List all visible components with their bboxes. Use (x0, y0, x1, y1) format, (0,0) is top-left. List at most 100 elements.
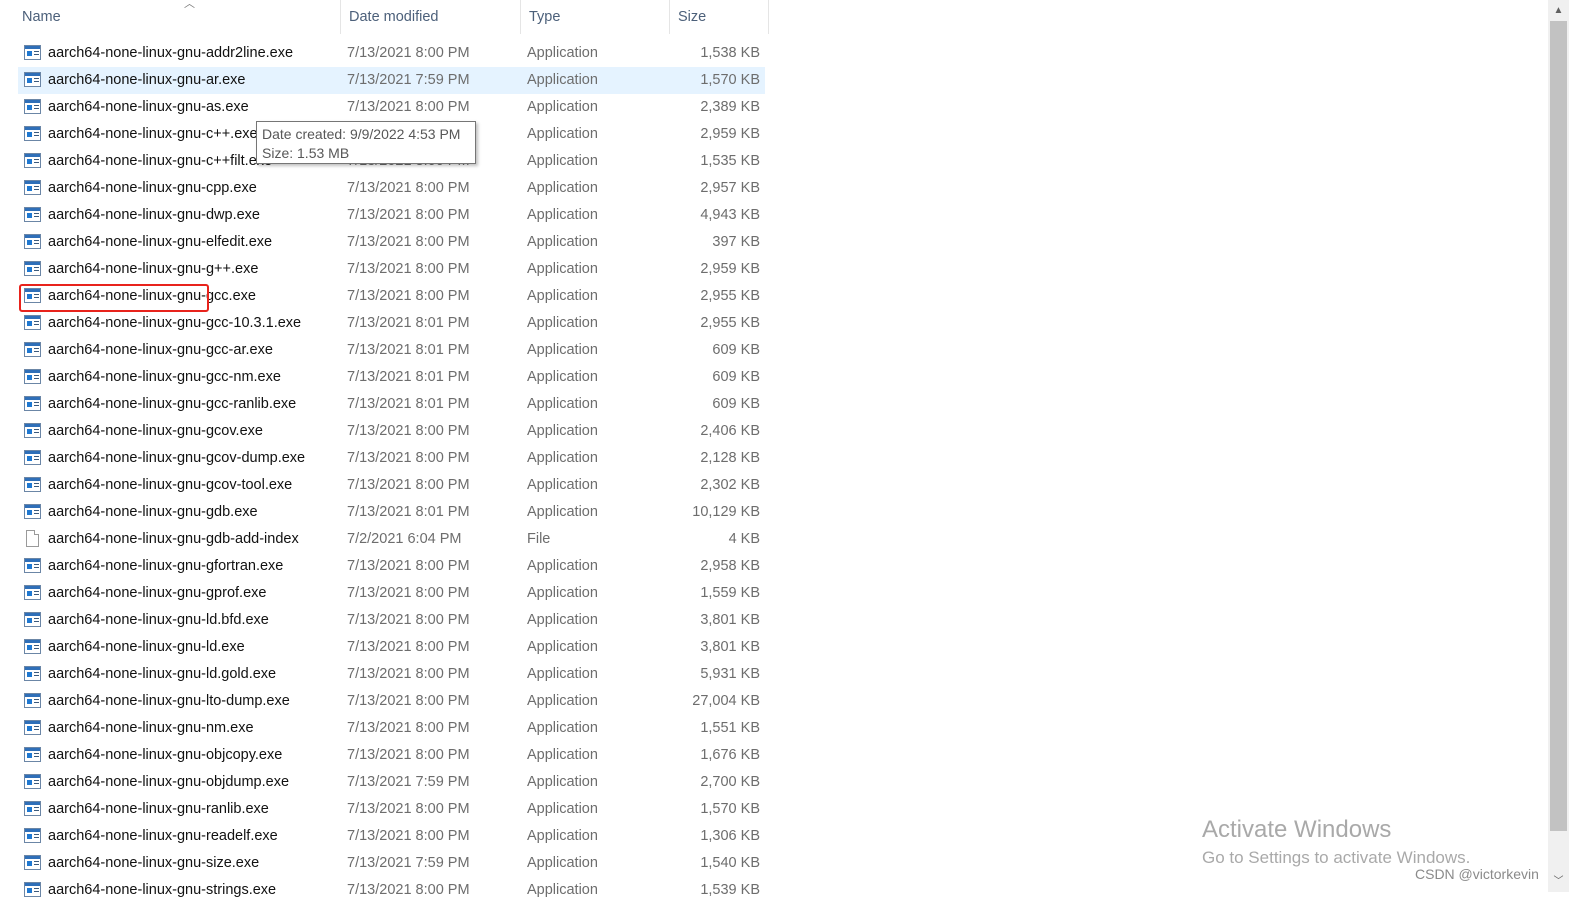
column-header-type[interactable]: Type (520, 0, 668, 34)
file-row[interactable]: aarch64-none-linux-gnu-ld.exe 7/13/2021 8… (0, 634, 770, 661)
application-icon (24, 855, 41, 870)
file-size: 4,943 KB (700, 207, 760, 223)
file-date-modified: 7/13/2021 8:01 PM (347, 342, 470, 358)
file-date-modified: 7/13/2021 8:00 PM (347, 261, 470, 277)
file-size: 609 KB (712, 396, 760, 412)
file-size: 27,004 KB (692, 693, 760, 709)
file-name: aarch64-none-linux-gnu-gprof.exe (48, 585, 267, 601)
file-size: 609 KB (712, 369, 760, 385)
file-name: aarch64-none-linux-gnu-nm.exe (48, 720, 254, 736)
file-row[interactable]: aarch64-none-linux-gnu-gprof.exe 7/13/202… (0, 580, 770, 607)
application-icon (24, 396, 41, 411)
file-size: 609 KB (712, 342, 760, 358)
file-name: aarch64-none-linux-gnu-cpp.exe (48, 180, 257, 196)
application-icon (24, 747, 41, 762)
file-row[interactable]: aarch64-none-linux-gnu-objdump.exe 7/13/2… (0, 769, 770, 796)
application-icon (24, 99, 41, 114)
file-row[interactable]: aarch64-none-linux-gnu-ranlib.exe 7/13/20… (0, 796, 770, 823)
file-type: Application (527, 450, 598, 466)
application-icon (24, 639, 41, 654)
file-row[interactable]: aarch64-none-linux-gnu-ar.exe 7/13/2021 7… (0, 67, 770, 94)
file-row[interactable]: aarch64-none-linux-gnu-gcov-dump.exe 7/13… (0, 445, 770, 472)
file-row[interactable]: aarch64-none-linux-gnu-ld.bfd.exe 7/13/20… (0, 607, 770, 634)
file-row[interactable]: aarch64-none-linux-gnu-objcopy.exe 7/13/2… (0, 742, 770, 769)
file-row[interactable]: aarch64-none-linux-gnu-gcov-tool.exe 7/13… (0, 472, 770, 499)
file-size: 2,959 KB (700, 261, 760, 277)
file-size: 397 KB (712, 234, 760, 250)
file-date-modified: 7/13/2021 8:01 PM (347, 315, 470, 331)
file-name: aarch64-none-linux-gnu-ld.bfd.exe (48, 612, 269, 628)
file-row[interactable]: aarch64-none-linux-gnu-cpp.exe 7/13/2021 … (0, 175, 770, 202)
column-header-date-modified[interactable]: Date modified (340, 0, 519, 34)
file-row[interactable]: aarch64-none-linux-gnu-addr2line.exe 7/13… (0, 40, 770, 67)
file-row[interactable]: aarch64-none-linux-gnu-lto-dump.exe 7/13/… (0, 688, 770, 715)
file-row[interactable]: aarch64-none-linux-gnu-size.exe 7/13/2021… (0, 850, 770, 877)
file-date-modified: 7/13/2021 8:00 PM (347, 558, 470, 574)
file-date-modified: 7/13/2021 8:00 PM (347, 720, 470, 736)
application-icon (24, 504, 41, 519)
file-row[interactable]: aarch64-none-linux-gnu-gfortran.exe 7/13/… (0, 553, 770, 580)
file-date-modified: 7/13/2021 8:00 PM (347, 45, 470, 61)
file-row[interactable]: aarch64-none-linux-gnu-nm.exe 7/13/2021 8… (0, 715, 770, 742)
file-date-modified: 7/13/2021 8:00 PM (347, 828, 470, 844)
file-date-modified: 7/13/2021 8:00 PM (347, 747, 470, 763)
file-size: 10,129 KB (692, 504, 760, 520)
file-date-modified: 7/13/2021 8:01 PM (347, 396, 470, 412)
file-row[interactable]: aarch64-none-linux-gnu-gcc-ar.exe 7/13/20… (0, 337, 770, 364)
file-size: 2,406 KB (700, 423, 760, 439)
file-size: 3,801 KB (700, 612, 760, 628)
application-icon (24, 882, 41, 897)
file-name: aarch64-none-linux-gnu-objdump.exe (48, 774, 290, 790)
vertical-scrollbar[interactable]: ▲ ﹀ (1548, 0, 1569, 892)
file-row[interactable]: aarch64-none-linux-gnu-g++.exe 7/13/2021 … (0, 256, 770, 283)
file-row[interactable]: aarch64-none-linux-gnu-gcov.exe 7/13/2021… (0, 418, 770, 445)
file-type: Application (527, 72, 598, 88)
file-row[interactable]: aarch64-none-linux-gnu-gcc-nm.exe 7/13/20… (0, 364, 770, 391)
scroll-down-arrow-icon[interactable]: ﹀ (1548, 871, 1569, 892)
column-header-name[interactable]: ︿ Name (14, 0, 339, 34)
file-row[interactable]: aarch64-none-linux-gnu-readelf.exe 7/13/2… (0, 823, 770, 850)
file-name: aarch64-none-linux-gnu-gdb-add-index (48, 531, 299, 547)
file-row[interactable]: aarch64-none-linux-gnu-ld.gold.exe 7/13/2… (0, 661, 770, 688)
file-type: Application (527, 261, 598, 277)
file-row[interactable]: aarch64-none-linux-gnu-gdb-add-index 7/2/… (0, 526, 770, 553)
file-type: Application (527, 612, 598, 628)
file-date-modified: 7/13/2021 8:00 PM (347, 207, 470, 223)
file-name: aarch64-none-linux-gnu-ld.exe (48, 639, 245, 655)
file-date-modified: 7/13/2021 8:01 PM (347, 369, 470, 385)
file-type: Application (527, 828, 598, 844)
file-row[interactable]: aarch64-none-linux-gnu-dwp.exe 7/13/2021 … (0, 202, 770, 229)
file-date-modified: 7/13/2021 8:00 PM (347, 423, 470, 439)
application-icon (24, 477, 41, 492)
file-row[interactable]: aarch64-none-linux-gnu-elfedit.exe 7/13/2… (0, 229, 770, 256)
file-size: 1,539 KB (700, 882, 760, 898)
file-size: 2,302 KB (700, 477, 760, 493)
column-header-name-label: Name (22, 9, 61, 25)
file-row[interactable]: aarch64-none-linux-gnu-strings.exe 7/13/2… (0, 877, 770, 904)
file-type: Application (527, 99, 598, 115)
file-name: aarch64-none-linux-gnu-gcov.exe (48, 423, 263, 439)
file-row[interactable]: aarch64-none-linux-gnu-gcc-ranlib.exe 7/1… (0, 391, 770, 418)
file-date-modified: 7/13/2021 8:00 PM (347, 234, 470, 250)
file-date-modified: 7/13/2021 7:59 PM (347, 855, 470, 871)
file-size: 1,570 KB (700, 801, 760, 817)
file-type: Application (527, 720, 598, 736)
application-icon (24, 180, 41, 195)
sort-ascending-icon: ︿ (184, 0, 195, 10)
file-type: Application (527, 747, 598, 763)
file-row[interactable]: aarch64-none-linux-gnu-as.exe 7/13/2021 8… (0, 94, 770, 121)
file-size: 2,700 KB (700, 774, 760, 790)
file-name: aarch64-none-linux-gnu-gfortran.exe (48, 558, 284, 574)
scroll-up-arrow-icon[interactable]: ▲ (1548, 0, 1569, 21)
column-header-size[interactable]: Size (669, 0, 769, 34)
file-size: 1,535 KB (700, 153, 760, 169)
scrollbar-thumb[interactable] (1550, 21, 1567, 831)
source-credit: CSDN @victorkevin (1415, 866, 1539, 882)
file-row[interactable]: aarch64-none-linux-gnu-gdb.exe 7/13/2021 … (0, 499, 770, 526)
file-type: Application (527, 774, 598, 790)
application-icon (24, 585, 41, 600)
file-row[interactable]: aarch64-none-linux-gnu-gcc-10.3.1.exe 7/1… (0, 310, 770, 337)
file-type: Application (527, 396, 598, 412)
file-type: Application (527, 207, 598, 223)
file-size: 2,959 KB (700, 126, 760, 142)
